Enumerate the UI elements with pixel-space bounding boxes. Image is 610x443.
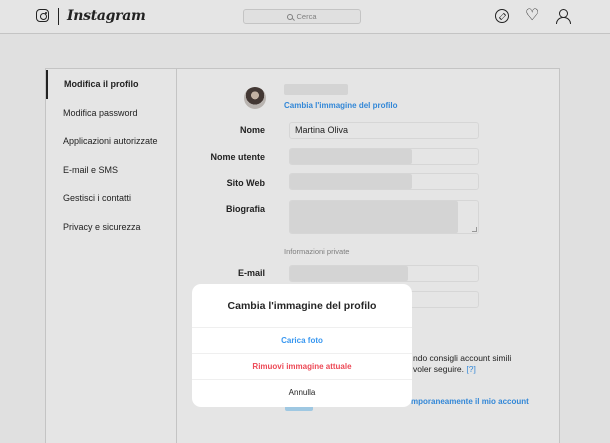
remove-photo-button[interactable]: Rimuovi immagine attuale [192,354,412,380]
upload-photo-button[interactable]: Carica foto [192,328,412,354]
change-photo-dialog: Cambia l'immagine del profilo Carica fot… [192,284,412,407]
dialog-title: Cambia l'immagine del profilo [192,284,412,328]
cancel-button[interactable]: Annulla [192,380,412,407]
